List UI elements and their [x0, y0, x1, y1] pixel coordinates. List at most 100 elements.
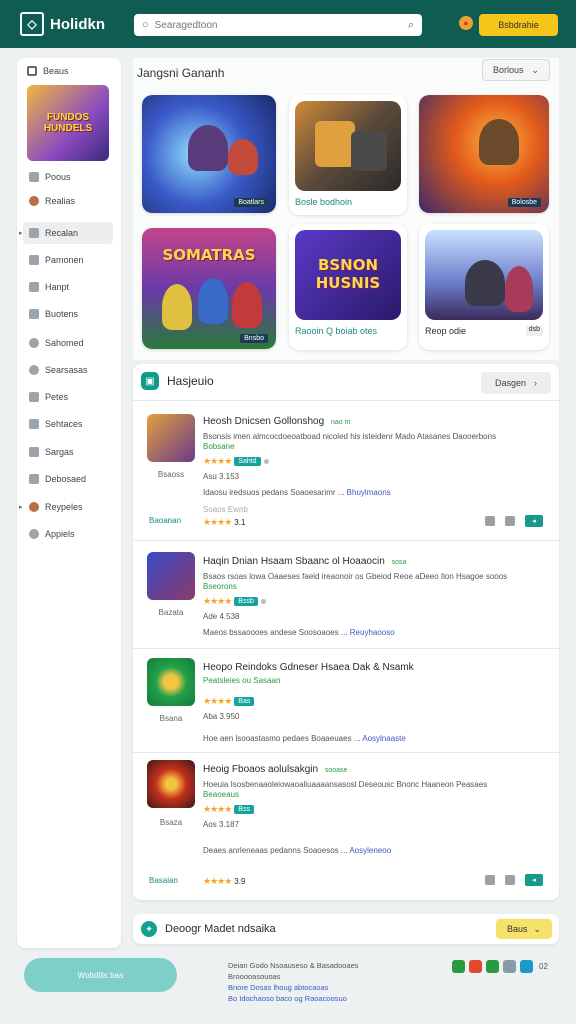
sidebar-item-sahomed[interactable]: Sahomed — [23, 332, 113, 354]
device-figure — [351, 131, 387, 171]
featured-card[interactable]: BSNON HUSNIS Raooin Q boiab otes — [289, 224, 407, 350]
game-title[interactable]: Haqin Dnian Hsaam Sbaanc ol Hoaaocin sos… — [203, 556, 406, 567]
thumb-meta: Bsana — [159, 714, 183, 723]
card-caption: Bosle bodhoin — [295, 197, 353, 207]
game-faint-label: Soaos Ewnb — [203, 505, 248, 514]
sidebar-item-realias[interactable]: Realias — [23, 190, 113, 212]
share-button[interactable]: ◂ — [525, 515, 543, 527]
magnifier-icon[interactable]: ⌕ — [408, 19, 414, 32]
sidebar-item-sargas[interactable]: Sargas — [23, 441, 113, 463]
tag-icon — [29, 447, 39, 457]
sidebar-item-label: Debosaed — [45, 474, 87, 484]
thumbs-up-icon[interactable] — [485, 516, 495, 526]
featured-sort-select[interactable]: Borlous ⌄ — [482, 59, 550, 81]
sidebar-item-appiels[interactable]: Appiels — [23, 523, 113, 545]
sidebar-item-petes[interactable]: Petes — [23, 386, 113, 408]
game-meta: Ade 4.538 — [203, 612, 240, 621]
featured-card[interactable]: Bosle bodhoin — [289, 95, 407, 215]
thumb-meta: Bsaoss — [157, 470, 185, 479]
app-logo[interactable]: ◇ Holidkn — [20, 12, 105, 36]
score-value: 3.1 — [234, 518, 246, 527]
footer-icon-count: 02 — [539, 962, 548, 971]
sidebar-item-poous[interactable]: Poous — [23, 166, 113, 188]
header-action-button[interactable]: Bsbdrahie — [479, 14, 558, 36]
list-icon — [29, 172, 39, 182]
install-link[interactable]: Basaian — [149, 876, 178, 885]
list-filter-select[interactable]: Dasgen › — [481, 372, 551, 394]
dot-icon — [263, 459, 269, 464]
search-bar[interactable]: ○ ⌕ — [134, 14, 422, 36]
rating-badge: Bssb — [234, 597, 258, 606]
sidebar-banner[interactable]: FUNDOS HUNDELS — [27, 85, 109, 161]
grid-icon — [27, 66, 37, 76]
sidebar-item-label: Realias — [45, 196, 76, 206]
game-footer-link[interactable]: Bhuylmaons — [347, 488, 391, 497]
featured-card[interactable]: Boatlars — [142, 95, 276, 213]
sidebar-item-reypeles[interactable]: ▸ Reypeles — [19, 496, 113, 518]
sidebar-item-searsasas[interactable]: Searsasas — [23, 359, 113, 381]
list-item[interactable]: Bsana Heopo Reindoks Gdneser Hsaea Dak &… — [133, 648, 559, 752]
thumbs-up-icon[interactable] — [485, 875, 495, 885]
search-input[interactable] — [154, 19, 402, 31]
bookmark-icon[interactable] — [505, 516, 515, 526]
game-footer: Idaosu iredsuos pedans Soaoesarimr ... B… — [203, 488, 391, 497]
game-thumbnail[interactable] — [147, 658, 195, 706]
featured-card[interactable]: Reop odie dsb — [419, 224, 549, 350]
footer-link[interactable]: Bo Idochaoso baco og Raoacoosuo — [228, 993, 359, 1004]
rating-badge: Sahtd — [234, 457, 261, 466]
game-footer-text: Hoe aen lsooastasmo pedaes Boaaeuaes ... — [203, 734, 361, 743]
social-icon[interactable] — [520, 960, 533, 973]
search-icon: ○ — [142, 19, 149, 31]
install-link[interactable]: Baoanan — [149, 516, 181, 525]
game-footer-text: Deaes anrleneaas pedanns Soaoesos ... — [203, 846, 348, 855]
sidebar-item-sehtaces[interactable]: Sehtaces — [23, 413, 113, 435]
game-title[interactable]: Heosh Dnicsen Gollonshog nao m — [203, 416, 350, 427]
controller-icon: ▣ — [141, 372, 159, 390]
thumb-meta: Bazata — [158, 608, 184, 617]
sidebar-header[interactable]: Beaus — [27, 66, 69, 76]
social-icon[interactable] — [486, 960, 499, 973]
social-icon[interactable] — [469, 960, 482, 973]
footer-link[interactable]: Bnore Dosas lhoug abtocaoas — [228, 982, 359, 993]
game-thumbnail[interactable] — [147, 552, 195, 600]
character-figure — [479, 119, 519, 165]
bottom-bar-button[interactable]: Baus ⌄ — [496, 919, 552, 939]
game-footer-link[interactable]: Aosylnaaste — [362, 734, 406, 743]
featured-card[interactable]: Bolosbe — [419, 95, 549, 213]
list-item[interactable]: Bazata Haqin Dnian Hsaam Sbaanc ol Hoaao… — [133, 540, 559, 648]
star-rating-icon: ★★★★ — [203, 517, 232, 527]
card-tag: Boatlars — [234, 198, 268, 207]
panel-title: Hasjeuio — [167, 374, 214, 388]
row-actions: ◂ — [485, 515, 543, 527]
game-thumbnail[interactable] — [147, 760, 195, 808]
share-button[interactable]: ◂ — [525, 874, 543, 886]
bookmark-icon[interactable] — [505, 875, 515, 885]
character-figure — [465, 260, 505, 306]
social-icon[interactable] — [503, 960, 516, 973]
game-footer-link[interactable]: Aosyleneoo — [349, 846, 391, 855]
sidebar-item-hanpt[interactable]: Hanpt — [23, 276, 113, 298]
featured-sort-label: Borlous — [492, 65, 524, 75]
featured-card[interactable]: SOMATRAS Bnsbo — [142, 228, 276, 349]
game-footer: Deaes anrleneaas pedanns Soaoesos ... Ao… — [203, 846, 391, 855]
card-caption: Raooin Q boiab otes — [295, 326, 378, 336]
game-footer-link[interactable]: Reuyhaooso — [350, 628, 395, 637]
list-item[interactable]: Bsaoss Heosh Dnicsen Gollonshog nao m Bs… — [133, 400, 559, 540]
footer-cta-button[interactable]: Wobdilis baa — [24, 958, 177, 992]
game-footer: Maeos bssaoooes andese Soosoaoes ... Reu… — [203, 628, 395, 637]
dot-icon — [260, 599, 266, 604]
sidebar-item-recalan[interactable]: ▸ Recalan — [19, 222, 113, 244]
list-item[interactable]: Bsaza Heoig Fboaos aolulsakgin sooase Ho… — [133, 752, 559, 900]
sidebar-item-pamonen[interactable]: Pamonen — [23, 249, 113, 271]
social-icon[interactable] — [452, 960, 465, 973]
game-thumbnail[interactable] — [147, 414, 195, 462]
sidebar-item-debosaed[interactable]: Debosaed — [23, 468, 113, 490]
sidebar-item-buotens[interactable]: Buotens — [23, 303, 113, 325]
footer-line: Brooooasouoas — [228, 972, 281, 981]
game-genre: Peatsleies ou Sasaan — [203, 676, 281, 685]
game-artwork — [425, 230, 543, 320]
notification-icon[interactable]: ● — [459, 16, 473, 30]
game-title[interactable]: Heoig Fboaos aolulsakgin sooase — [203, 764, 347, 775]
game-title[interactable]: Heopo Reindoks Gdneser Hsaea Dak & Nsamk — [203, 662, 414, 673]
game-title-text: Heosh Dnicsen Gollonshog — [203, 416, 325, 427]
